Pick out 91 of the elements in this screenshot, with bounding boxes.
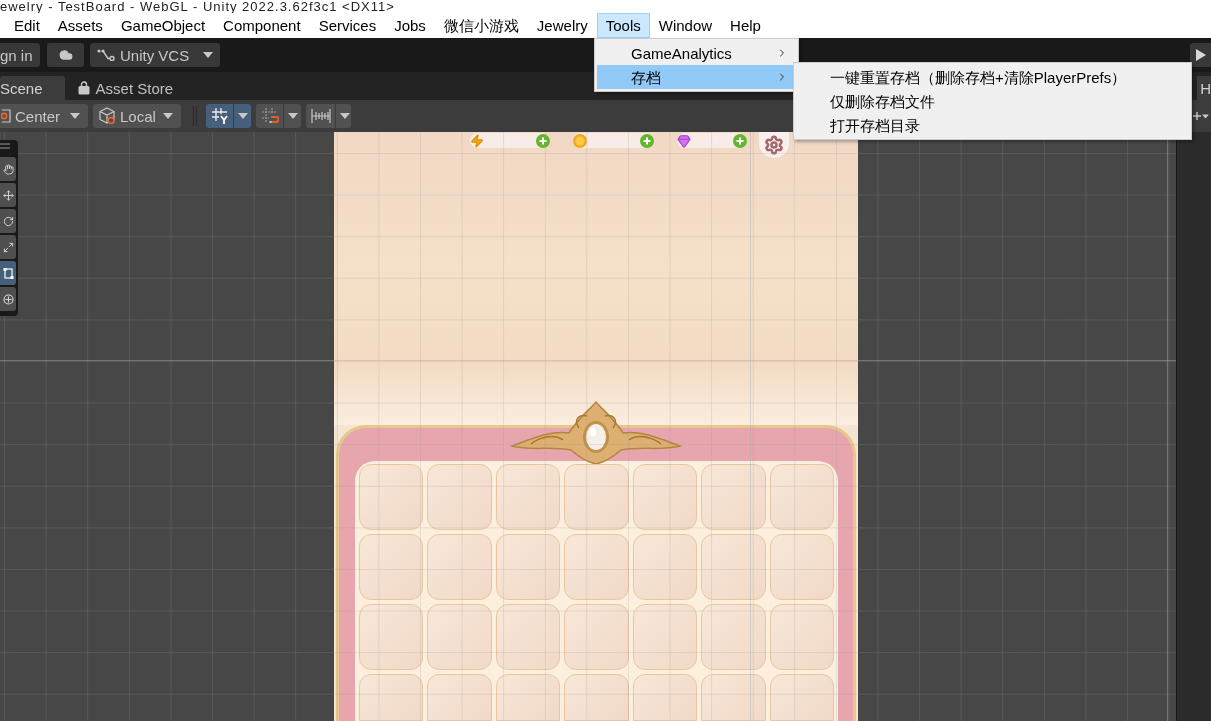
- tool-button[interactable]: [0, 261, 16, 285]
- menu-item[interactable]: Tools: [596, 13, 650, 38]
- sign-in-button[interactable]: gn in: [0, 43, 40, 67]
- caret-icon: [238, 113, 248, 119]
- editor-tab[interactable]: Asset Store: [70, 76, 184, 100]
- menu-item[interactable]: Component: [214, 13, 310, 38]
- board-tile[interactable]: [359, 534, 424, 600]
- board-tile[interactable]: [564, 534, 629, 600]
- version-control-dropdown[interactable]: Unity VCS: [90, 43, 220, 67]
- board-tile[interactable]: [564, 674, 629, 721]
- grip-icon: [0, 143, 10, 149]
- menu-item[interactable]: Help: [721, 13, 770, 38]
- caret-icon: [203, 52, 213, 58]
- menu-item[interactable]: Edit: [5, 13, 49, 38]
- menu-item[interactable]: Jobs: [385, 13, 435, 38]
- lightning-icon: [470, 133, 484, 148]
- tool-button[interactable]: [0, 209, 16, 233]
- grid-magnet-icon: [261, 107, 279, 125]
- transform-icon: [2, 293, 14, 305]
- board-tile[interactable]: [769, 534, 834, 600]
- board-tile[interactable]: [359, 604, 424, 670]
- increment-snap-button[interactable]: [306, 104, 351, 128]
- menu-item[interactable]: 微信小游戏: [434, 13, 528, 38]
- board-tile[interactable]: [701, 674, 766, 721]
- gem-icon: [677, 133, 691, 148]
- pivot-rotation-dropdown[interactable]: Local: [93, 104, 181, 128]
- coin-icon: [573, 133, 587, 148]
- tool-button[interactable]: [0, 287, 16, 311]
- grid-snap-button[interactable]: [256, 104, 301, 128]
- rect-tool-icon: [2, 267, 14, 279]
- board-tile[interactable]: [427, 534, 492, 600]
- branch-icon: [97, 49, 115, 61]
- hand-icon: [2, 163, 14, 175]
- cloud-button[interactable]: [47, 43, 84, 67]
- play-icon: [1196, 49, 1206, 61]
- board-tile[interactable]: [769, 464, 834, 530]
- board-tile[interactable]: [769, 604, 834, 670]
- board-tile[interactable]: [359, 464, 424, 530]
- menu-item[interactable]: 一键重置存档（删除存档+清除PlayerPrefs）: [794, 65, 1191, 89]
- tool-button[interactable]: [0, 183, 16, 207]
- menu-item[interactable]: Services: [309, 13, 386, 38]
- tool-button[interactable]: [0, 235, 16, 259]
- menu-item[interactable]: 打开存档目录: [794, 113, 1191, 137]
- board-tile[interactable]: [427, 674, 492, 721]
- play-button[interactable]: [1190, 43, 1211, 67]
- board-tile[interactable]: [701, 464, 766, 530]
- board-tile[interactable]: [495, 604, 561, 670]
- cube-icon: [98, 107, 116, 125]
- board-tile[interactable]: [495, 464, 561, 530]
- caret-icon: [340, 113, 350, 119]
- scale-icon: [2, 241, 14, 253]
- caret-icon: [70, 113, 80, 119]
- menu-item[interactable]: Jewelry: [527, 13, 597, 38]
- board-tile[interactable]: [769, 674, 834, 721]
- ruler-icon: [311, 108, 331, 124]
- settings-button[interactable]: [759, 132, 789, 158]
- board-tile[interactable]: [632, 534, 698, 600]
- board-tile[interactable]: [495, 534, 561, 600]
- board-tile[interactable]: [564, 464, 629, 530]
- menu-item[interactable]: Assets: [48, 13, 112, 38]
- settings-icon: [764, 135, 784, 155]
- menu-item[interactable]: 存档: [597, 65, 796, 89]
- board-tile[interactable]: [495, 674, 561, 721]
- plus-icon[interactable]: [1193, 112, 1201, 120]
- board-tile[interactable]: [427, 604, 492, 670]
- padlock-icon: [77, 81, 90, 95]
- menu-item[interactable]: Window: [649, 13, 722, 38]
- menu-item[interactable]: 仅删除存档文件: [794, 89, 1191, 113]
- menu-item[interactable]: GameAnalytics: [597, 41, 796, 65]
- window-title: ewelry - TestBoard - WebGL - Unity 2022.3.62f3c1 <DX11>: [0, 0, 395, 13]
- board-tile[interactable]: [564, 604, 629, 670]
- board-tile[interactable]: [701, 604, 766, 670]
- tool-button[interactable]: [0, 157, 16, 181]
- board-tile[interactable]: [632, 674, 698, 721]
- rotate-icon: [2, 215, 14, 227]
- menu-item[interactable]: GameObject: [111, 13, 215, 38]
- pivot-mode-dropdown[interactable]: Center: [0, 104, 88, 128]
- move-arrows-icon: [2, 189, 14, 201]
- editor-tab[interactable]: Scene: [0, 76, 65, 100]
- grid-axis-icon: [211, 107, 229, 125]
- grid-display-button[interactable]: [206, 104, 251, 128]
- caret-icon: [288, 113, 298, 119]
- caret-icon: [1202, 113, 1209, 119]
- board-tile[interactable]: [359, 674, 424, 721]
- board-tile[interactable]: [427, 464, 492, 530]
- pivot-icon: [1, 109, 11, 123]
- caret-icon: [163, 113, 173, 119]
- board-tile[interactable]: [701, 534, 766, 600]
- hierarchy-tab[interactable]: H: [1197, 76, 1211, 100]
- board-tile[interactable]: [632, 464, 698, 530]
- board-tile[interactable]: [632, 604, 698, 670]
